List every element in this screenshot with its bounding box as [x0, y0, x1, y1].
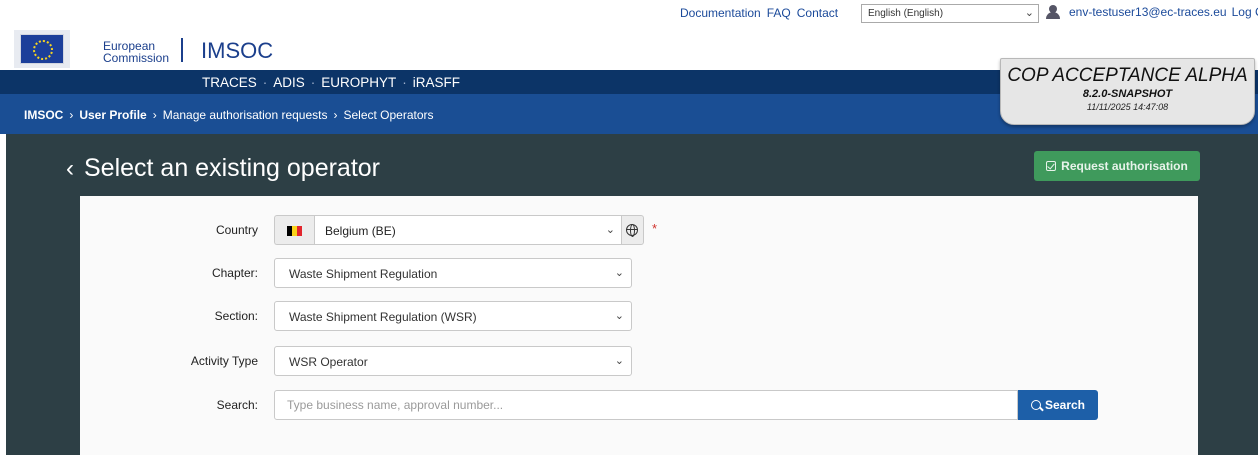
faq-link[interactable]: FAQ — [767, 6, 791, 20]
search-icon — [1030, 400, 1041, 410]
menu-item-traces[interactable]: TRACES — [202, 75, 257, 90]
activity-type-row: Activity Type WSR Operator ⌄ — [80, 346, 1198, 376]
chevron-down-icon: ⌄ — [605, 224, 615, 236]
app-name[interactable]: IMSOC — [201, 38, 273, 64]
activity-type-select[interactable]: WSR Operator ⌄ — [274, 346, 632, 376]
search-row: Search: Search — [80, 390, 1198, 420]
breadcrumb: IMSOC › User Profile › Manage authorisation … — [24, 108, 434, 122]
menu-item-irasff[interactable]: iRASFF — [413, 75, 460, 90]
country-select[interactable]: Belgium (BE) ⌄ — [314, 215, 622, 245]
chevron-down-icon: ⌄ — [614, 355, 624, 367]
country-flag-addon — [274, 215, 314, 245]
chapter-row: Chapter: Waste Shipment Regulation ⌄ — [80, 258, 1198, 288]
belgium-flag-icon — [287, 226, 302, 236]
top-utility-bar: Documentation FAQ Contact English (Engli… — [0, 0, 1258, 28]
search-label: Search: — [216, 398, 258, 412]
search-button-label: Search — [1044, 398, 1086, 412]
chapter-label: Chapter: — [211, 266, 258, 280]
request-authorisation-label: Request authorisation — [1061, 159, 1188, 173]
section-label: Section: — [214, 309, 258, 323]
required-marker: * — [652, 221, 658, 236]
breadcrumb-item: Select Operators — [343, 108, 434, 122]
breadcrumb-item[interactable]: Manage authorisation requests — [163, 108, 328, 122]
globe-addon[interactable] — [622, 215, 644, 245]
menu-separator: · — [262, 75, 268, 90]
language-select[interactable]: English (English) ⌄ — [861, 4, 1039, 23]
chevron-down-icon: ⌄ — [614, 267, 624, 279]
activity-type-select-value: WSR Operator — [289, 355, 368, 369]
page-header: ‹ Select an existing operator — [66, 154, 380, 183]
chevron-down-icon: ⌄ — [614, 310, 624, 322]
top-links: Documentation FAQ Contact — [680, 6, 838, 20]
country-label: Country — [215, 223, 258, 237]
menu-separator: · — [310, 75, 316, 90]
environment-name: COP ACCEPTANCE ALPHA — [1007, 65, 1248, 86]
user-menu[interactable]: env-testuser13@ec-traces.eu Log C — [1046, 5, 1258, 19]
section-select[interactable]: Waste Shipment Regulation (WSR) ⌄ — [274, 301, 632, 331]
back-chevron-icon[interactable]: ‹ — [66, 155, 74, 183]
operator-search-form: Country Belgium (BE) ⌄ * Chapter: Waste … — [80, 196, 1198, 455]
eu-flag-icon[interactable] — [20, 34, 64, 64]
country-select-value: Belgium (BE) — [325, 224, 396, 238]
user-email[interactable]: env-testuser13@ec-traces.eu — [1069, 5, 1227, 19]
country-row: Country Belgium (BE) ⌄ * — [80, 215, 1198, 245]
page-title: Select an existing operator — [84, 154, 381, 182]
breadcrumb-separator-icon: › — [69, 108, 74, 122]
main-content: ‹ Select an existing operator Request au… — [6, 134, 1258, 455]
environment-badge: COP ACCEPTANCE ALPHA 8.2.0-SNAPSHOT 11/1… — [1000, 58, 1255, 125]
user-icon — [1046, 5, 1064, 19]
chevron-down-icon: ⌄ — [1024, 7, 1034, 19]
breadcrumb-item[interactable]: User Profile — [79, 108, 146, 122]
language-select-value: English (English) — [868, 8, 944, 19]
checkbox-icon — [1046, 161, 1057, 171]
activity-type-label: Activity Type — [190, 354, 258, 368]
build-timestamp: 11/11/2025 14:47:08 — [1086, 102, 1169, 112]
section-row: Section: Waste Shipment Regulation (WSR)… — [80, 301, 1198, 331]
logout-link[interactable]: Log C — [1232, 5, 1258, 19]
search-input[interactable] — [274, 390, 1018, 420]
request-authorisation-button[interactable]: Request authorisation — [1034, 151, 1200, 181]
brand-divider — [181, 38, 183, 62]
menu-item-adis[interactable]: ADIS — [273, 75, 305, 90]
contact-link[interactable]: Contact — [797, 6, 838, 20]
version-number: 8.2.0-SNAPSHOT — [1082, 88, 1173, 100]
chapter-select[interactable]: Waste Shipment Regulation ⌄ — [274, 258, 632, 288]
globe-icon — [626, 224, 638, 237]
breadcrumb-separator-icon: › — [152, 108, 157, 122]
documentation-link[interactable]: Documentation — [680, 6, 761, 20]
menu-item-europhyt[interactable]: EUROPHYT — [321, 75, 396, 90]
breadcrumb-item[interactable]: IMSOC — [24, 108, 63, 122]
breadcrumb-separator-icon: › — [333, 108, 338, 122]
menu-separator: · — [402, 75, 407, 90]
chapter-select-value: Waste Shipment Regulation — [289, 267, 438, 281]
european-commission-label: European Commission — [103, 39, 170, 65]
section-select-value: Waste Shipment Regulation (WSR) — [289, 310, 477, 324]
search-button[interactable]: Search — [1018, 390, 1098, 420]
system-menu-items: TRACES · ADIS · EUROPHYT · iRASFF — [202, 75, 460, 90]
